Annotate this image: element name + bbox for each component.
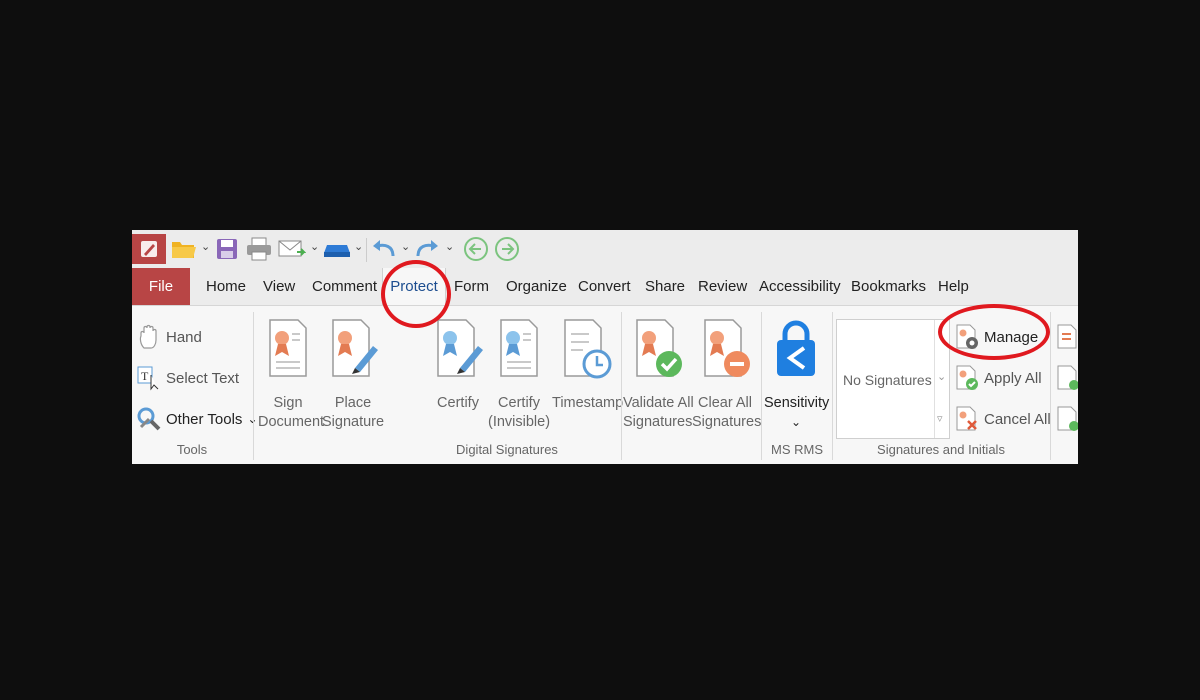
gallery-scrollbar[interactable]: ⌄ ▿ bbox=[934, 320, 949, 438]
sign-document-button[interactable]: Sign Document bbox=[258, 316, 324, 432]
sensitivity-label: Sensitivity bbox=[764, 395, 830, 411]
hand-icon bbox=[136, 324, 162, 350]
cancel-all-button[interactable]: Cancel All bbox=[954, 406, 1051, 432]
app-window: ⌄ ⌄ ⌄ ⌄ ⌄ File Home View Comment Protect… bbox=[132, 230, 1078, 464]
gallery-more-icon[interactable]: ▿ bbox=[937, 412, 943, 425]
tab-accessibility[interactable]: Accessibility bbox=[759, 268, 841, 305]
back-icon[interactable] bbox=[462, 234, 490, 264]
place-signature-button[interactable]: Place Signature bbox=[322, 316, 384, 432]
certify-invisible-label-line1: Certify bbox=[498, 395, 540, 411]
tab-convert[interactable]: Convert bbox=[578, 268, 631, 305]
sign-document-icon bbox=[260, 316, 316, 382]
group-divider bbox=[1050, 312, 1051, 460]
tab-help[interactable]: Help bbox=[938, 268, 969, 305]
open-folder-icon[interactable] bbox=[170, 234, 198, 264]
place-signature-icon bbox=[325, 316, 381, 382]
place-signature-label-line2: Signature bbox=[322, 414, 385, 430]
tab-review[interactable]: Review bbox=[698, 268, 747, 305]
chevron-down-icon: ⌄ bbox=[790, 415, 802, 429]
next-group-icon-3[interactable] bbox=[1056, 406, 1078, 437]
scanner-icon[interactable] bbox=[322, 234, 352, 264]
scanner-dropdown-chevron-icon[interactable]: ⌄ bbox=[354, 240, 363, 253]
next-group-icon-2[interactable] bbox=[1056, 365, 1078, 396]
manage-label: Manage bbox=[984, 328, 1039, 346]
hand-tool-button[interactable]: Hand bbox=[136, 324, 202, 350]
group-divider bbox=[253, 312, 254, 460]
ribbon-tab-bar: File Home View Comment Protect Form Orga… bbox=[132, 268, 1078, 306]
clear-signatures-icon bbox=[697, 316, 753, 382]
tab-protect[interactable]: Protect bbox=[382, 268, 446, 305]
group-label-signatures-and-initials: Signatures and Initials bbox=[877, 442, 1005, 457]
timestamp-label: Timestamp bbox=[552, 395, 624, 411]
validate-all-signatures-button[interactable]: Validate All Signatures bbox=[623, 316, 694, 432]
group-divider bbox=[621, 312, 622, 460]
place-signature-label-line1: Place bbox=[334, 395, 372, 411]
apply-all-button[interactable]: Apply All bbox=[954, 365, 1042, 391]
tools-icon bbox=[136, 406, 162, 432]
manage-signatures-icon bbox=[954, 324, 980, 350]
apply-all-label: Apply All bbox=[984, 369, 1042, 387]
sign-document-label-line2: Document bbox=[258, 414, 325, 430]
gallery-empty-text: No Signatures bbox=[843, 372, 932, 388]
validate-all-label-line2: Signatures bbox=[623, 414, 693, 430]
group-divider bbox=[761, 312, 762, 460]
timestamp-icon bbox=[557, 316, 613, 382]
print-icon[interactable] bbox=[245, 234, 273, 264]
manage-signatures-button[interactable]: Manage bbox=[954, 324, 1038, 350]
signatures-gallery[interactable]: No Signatures ⌄ ▿ bbox=[836, 319, 950, 439]
clear-all-signatures-button[interactable]: Clear All Signatures bbox=[692, 316, 762, 432]
other-tools-label: Other Tools bbox=[166, 410, 243, 428]
group-label-ms-rms: MS RMS bbox=[771, 442, 823, 457]
tab-bookmarks[interactable]: Bookmarks bbox=[851, 268, 926, 305]
select-text-label: Select Text bbox=[166, 369, 240, 387]
group-label-digital-signatures: Digital Signatures bbox=[456, 442, 558, 457]
redo-dropdown-chevron-icon[interactable]: ⌄ bbox=[445, 240, 454, 253]
group-label-tools: Tools bbox=[176, 442, 208, 457]
app-logo-icon[interactable] bbox=[132, 234, 166, 264]
next-group-icon-1[interactable] bbox=[1056, 324, 1078, 355]
ribbon-panel: Hand T Select Text Other Tools ⌄ Tools S… bbox=[132, 306, 1078, 464]
open-dropdown-chevron-icon[interactable]: ⌄ bbox=[201, 240, 210, 253]
sensitivity-lock-icon bbox=[768, 316, 824, 382]
toolbar-divider bbox=[366, 238, 367, 262]
tab-file[interactable]: File bbox=[132, 268, 190, 305]
tab-home[interactable]: Home bbox=[206, 268, 246, 305]
svg-text:T: T bbox=[141, 369, 149, 383]
redo-icon[interactable] bbox=[413, 234, 441, 264]
sensitivity-button[interactable]: Sensitivity ⌄ bbox=[764, 316, 830, 432]
sign-document-label-line1: Sign bbox=[273, 395, 303, 411]
tab-view[interactable]: View bbox=[263, 268, 295, 305]
other-tools-button[interactable]: Other Tools ⌄ bbox=[136, 406, 258, 432]
validate-signatures-icon bbox=[629, 316, 685, 382]
email-dropdown-chevron-icon[interactable]: ⌄ bbox=[310, 240, 319, 253]
apply-all-icon bbox=[954, 365, 980, 391]
quick-access-toolbar: ⌄ ⌄ ⌄ ⌄ ⌄ bbox=[132, 230, 1078, 268]
clear-all-label-line1: Clear All bbox=[698, 395, 752, 411]
tab-form[interactable]: Form bbox=[454, 268, 489, 305]
hand-tool-label: Hand bbox=[166, 328, 202, 346]
cancel-all-label: Cancel All bbox=[984, 410, 1051, 428]
timestamp-button[interactable]: Timestamp bbox=[552, 316, 623, 413]
tab-organize[interactable]: Organize bbox=[506, 268, 567, 305]
select-text-button[interactable]: T Select Text bbox=[136, 365, 239, 391]
group-divider bbox=[832, 312, 833, 460]
cancel-all-icon bbox=[954, 406, 980, 432]
certify-label: Certify bbox=[437, 395, 479, 411]
certify-button[interactable]: Certify bbox=[430, 316, 486, 413]
email-icon[interactable] bbox=[277, 234, 307, 264]
certify-invisible-icon bbox=[491, 316, 547, 382]
save-icon[interactable] bbox=[214, 234, 240, 264]
certify-invisible-label-line2: (Invisible) bbox=[488, 414, 551, 430]
undo-dropdown-chevron-icon[interactable]: ⌄ bbox=[401, 240, 410, 253]
gallery-scroll-down-icon[interactable]: ⌄ bbox=[937, 370, 946, 383]
tab-comment[interactable]: Comment bbox=[312, 268, 377, 305]
certify-invisible-button[interactable]: Certify (Invisible) bbox=[488, 316, 550, 432]
certify-icon bbox=[430, 316, 486, 382]
clear-all-label-line2: Signatures bbox=[692, 414, 762, 430]
select-text-icon: T bbox=[136, 365, 162, 391]
tab-share[interactable]: Share bbox=[645, 268, 685, 305]
validate-all-label-line1: Validate All bbox=[623, 395, 694, 411]
forward-icon[interactable] bbox=[493, 234, 521, 264]
undo-icon[interactable] bbox=[370, 234, 398, 264]
